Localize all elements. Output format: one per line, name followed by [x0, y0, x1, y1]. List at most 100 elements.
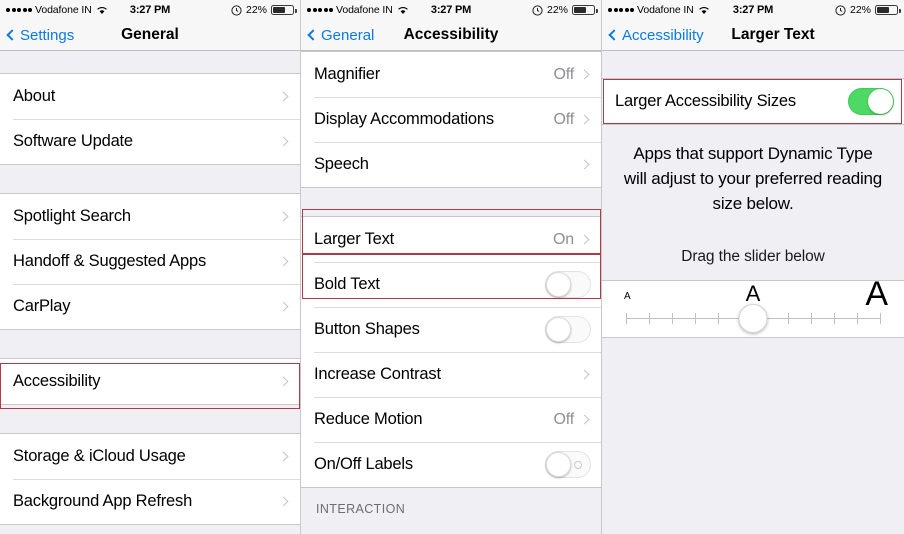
larger-sizes-group: Larger Accessibility Sizes — [602, 78, 904, 125]
slider-tick — [787, 313, 789, 324]
panel-filler — [0, 525, 300, 534]
slider-tick — [718, 313, 720, 324]
battery-icon — [271, 5, 297, 15]
carrier-label: Vodafone IN — [35, 4, 92, 16]
status-left: Vodafone IN — [608, 4, 710, 16]
row-reduce-motion[interactable]: Reduce Motion Off — [301, 397, 601, 442]
back-button-general[interactable]: General — [307, 26, 375, 44]
chevron-right-icon — [278, 256, 289, 267]
status-right: 22% — [835, 4, 901, 16]
nav-bar-general: Settings General — [0, 20, 300, 51]
row-label: Accessibility — [13, 372, 101, 390]
row-label: Button Shapes — [314, 320, 420, 338]
row-button-shapes[interactable]: Button Shapes — [301, 307, 601, 352]
slider-tick — [810, 313, 812, 324]
back-button-label: Settings — [20, 26, 75, 44]
row-about[interactable]: About — [0, 74, 300, 119]
chevron-right-icon — [278, 496, 289, 507]
row-label: Increase Contrast — [314, 365, 441, 383]
chevron-left-icon — [6, 29, 18, 41]
carrier-label: Vodafone IN — [336, 4, 393, 16]
slider-min-label: A — [624, 291, 631, 302]
off-label-circle-icon — [574, 460, 582, 469]
slider-max-label: A — [865, 275, 888, 313]
status-left: Vodafone IN — [307, 4, 409, 16]
slider-knob[interactable] — [738, 304, 768, 333]
slider-tick — [672, 313, 674, 324]
chevron-right-icon — [278, 91, 289, 102]
row-spotlight-search[interactable]: Spotlight Search — [0, 194, 300, 239]
drag-slider-note: Drag the slider below — [602, 216, 904, 280]
slider-tick — [833, 313, 835, 324]
row-label: Background App Refresh — [13, 492, 193, 510]
row-value: Off — [553, 110, 575, 128]
toggle-larger-accessibility-sizes[interactable] — [848, 88, 894, 115]
row-display-accommodations[interactable]: Display Accommodations Off — [301, 97, 601, 142]
row-label: Display Accommodations — [314, 110, 494, 128]
group-spacer — [0, 51, 300, 73]
text-size-slider[interactable]: A A A — [602, 275, 904, 338]
row-magnifier[interactable]: Magnifier Off — [301, 52, 601, 97]
settings-group-3: Accessibility — [0, 358, 300, 405]
row-larger-accessibility-sizes[interactable]: Larger Accessibility Sizes — [602, 79, 904, 124]
row-increase-contrast[interactable]: Increase Contrast — [301, 352, 601, 397]
chevron-right-icon — [579, 234, 590, 245]
panel-general: Vodafone IN 3:27 PM 22% Settings General… — [0, 0, 301, 534]
chevron-right-icon — [579, 414, 590, 425]
alarm-icon — [532, 4, 543, 16]
row-label: Storage & iCloud Usage — [13, 447, 186, 465]
row-speech[interactable]: Speech — [301, 142, 601, 187]
row-accessibility[interactable]: Accessibility — [0, 359, 300, 404]
row-on-off-labels[interactable]: On/Off Labels — [301, 442, 601, 487]
nav-bar-larger-text: Accessibility Larger Text — [602, 20, 904, 51]
back-button-accessibility[interactable]: Accessibility — [608, 27, 704, 44]
row-label: CarPlay — [13, 297, 71, 315]
row-label: Larger Text — [314, 230, 395, 248]
chevron-right-icon — [579, 114, 590, 125]
group-spacer — [301, 188, 601, 216]
wifi-icon — [698, 7, 709, 14]
row-bold-text[interactable]: Bold Text — [301, 262, 601, 307]
settings-group-1: About Software Update — [0, 73, 300, 165]
row-software-update[interactable]: Software Update — [0, 119, 300, 164]
status-right: 22% — [231, 4, 297, 16]
row-label: Bold Text — [314, 275, 380, 293]
group-spacer — [0, 330, 300, 358]
wifi-icon — [96, 7, 107, 14]
row-storage-icloud-usage[interactable]: Storage & iCloud Usage — [0, 434, 300, 479]
toggle-button-shapes[interactable] — [545, 316, 591, 343]
dynamic-type-description: Apps that support Dynamic Type will adju… — [602, 125, 904, 216]
accessibility-group-2: Larger Text On Bold Text Button Shapes I… — [301, 216, 601, 488]
row-label: On/Off Labels — [314, 455, 413, 473]
row-label: Magnifier — [314, 65, 381, 83]
slider-tick — [695, 313, 697, 324]
row-larger-text[interactable]: Larger Text On — [301, 217, 601, 262]
battery-percent-label: 22% — [546, 4, 568, 16]
chevron-right-icon — [579, 159, 590, 170]
row-label: Speech — [314, 155, 369, 173]
status-bar-larger-text: Vodafone IN 3:27 PM 22% — [602, 0, 904, 20]
signal-dots-icon — [608, 8, 634, 12]
chevron-right-icon — [278, 301, 289, 312]
chevron-left-icon — [307, 29, 319, 41]
row-label: About — [13, 87, 56, 105]
status-bar-general: Vodafone IN 3:27 PM 22% — [0, 0, 300, 20]
settings-group-4: Storage & iCloud Usage Background App Re… — [0, 433, 300, 525]
back-button-settings[interactable]: Settings — [6, 26, 75, 44]
row-background-app-refresh[interactable]: Background App Refresh — [0, 479, 300, 524]
slider-tick — [649, 313, 651, 324]
row-handoff-suggested-apps[interactable]: Handoff & Suggested Apps — [0, 239, 300, 284]
toggle-bold-text[interactable] — [545, 271, 591, 298]
row-carplay[interactable]: CarPlay — [0, 284, 300, 329]
panel-larger-text: Vodafone IN 3:27 PM 22% Accessibility La… — [602, 0, 904, 534]
chevron-right-icon — [579, 69, 590, 80]
toggle-on-off-labels[interactable] — [545, 451, 591, 478]
accessibility-group-1: Magnifier Off Display Accommodations Off… — [301, 51, 601, 188]
panel-filler — [602, 338, 904, 534]
chevron-right-icon — [278, 376, 289, 387]
slider-tick — [856, 313, 858, 324]
row-value: Off — [553, 410, 575, 428]
row-label: Handoff & Suggested Apps — [13, 252, 207, 270]
back-button-label: General — [321, 26, 375, 44]
section-header-interaction: INTERACTION — [301, 488, 601, 534]
